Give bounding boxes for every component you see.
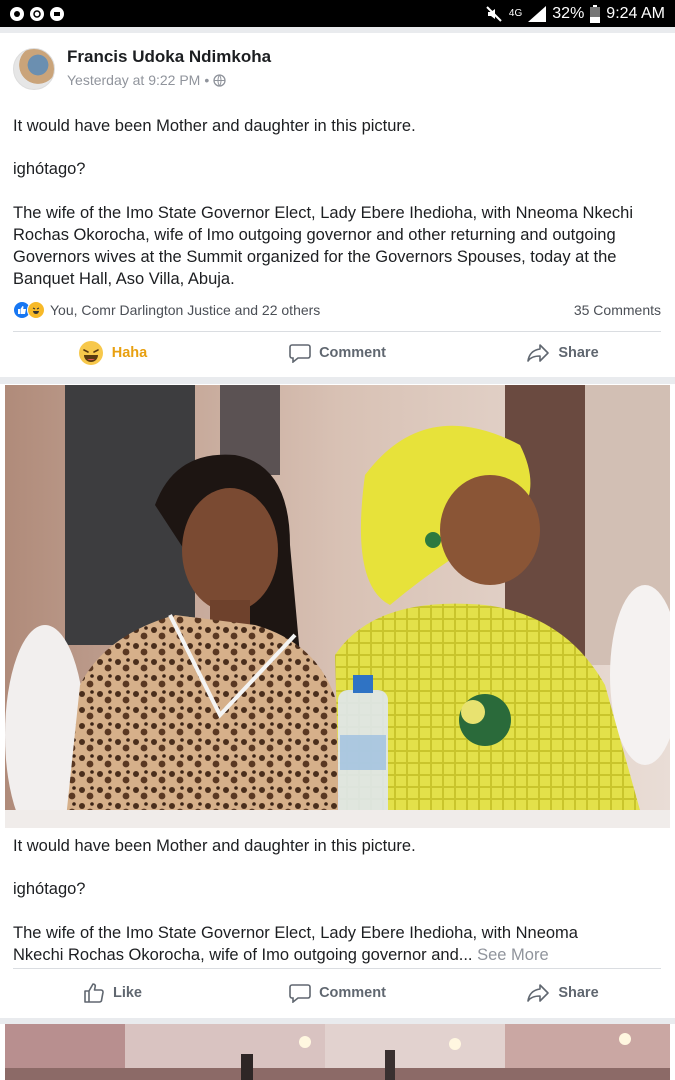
signal-icon — [528, 5, 547, 22]
post-card: Francis Udoka Ndimkoha Yesterday at 9:22… — [0, 33, 675, 377]
post-text-line: Banquet Hall, Aso Villa, Abuja. — [13, 270, 235, 288]
comment-button[interactable]: Comment — [225, 973, 450, 1013]
share-icon — [527, 984, 550, 1002]
next-post-photo[interactable] — [5, 1024, 670, 1080]
comment-icon — [289, 344, 311, 363]
photo-post-actions: Like Comment Share — [0, 973, 675, 1013]
globe-icon — [213, 73, 226, 87]
avatar[interactable] — [13, 48, 55, 90]
chat-icon — [50, 6, 64, 21]
post-meta: Yesterday at 9:22 PM • — [67, 72, 226, 88]
photo-caption-line: It would have been Mother and daughter i… — [13, 837, 416, 855]
photo-caption-line: ighótago? — [13, 880, 86, 898]
share-label: Share — [558, 985, 599, 1001]
mute-icon — [486, 5, 502, 22]
messenger-icon — [10, 6, 24, 21]
post-text-line: Governors wives at the Summit organized … — [13, 248, 617, 266]
status-bar: 4G 32% 9:24 AM — [0, 0, 675, 27]
caption-truncated-text: Nkechi Rochas Okorocha, wife of Imo outg… — [13, 946, 473, 964]
network-type: 4G — [508, 8, 523, 19]
reactions-text[interactable]: You, Comr Darlington Justice and 22 othe… — [50, 302, 320, 318]
divider — [13, 331, 661, 332]
battery-percent: 32% — [552, 4, 585, 22]
next-post-card — [0, 1024, 675, 1080]
post-author[interactable]: Francis Udoka Ndimkoha — [67, 47, 271, 67]
share-button[interactable]: Share — [450, 973, 675, 1013]
whatsapp-icon — [30, 6, 44, 21]
divider — [13, 968, 661, 969]
photo-post-card: It would have been Mother and daughter i… — [0, 384, 675, 1018]
thumbs-up-icon — [84, 983, 104, 1003]
share-label: Share — [558, 345, 599, 361]
haha-face-icon — [78, 341, 103, 365]
see-more-link[interactable]: See More — [477, 946, 549, 964]
post-text-line: ighótago? — [13, 160, 86, 178]
photo-caption-line: Nkechi Rochas Okorocha, wife of Imo outg… — [13, 944, 661, 966]
haha-reaction-icon — [27, 301, 45, 319]
post-text-line: It would have been Mother and daughter i… — [13, 117, 416, 135]
post-text-line: Rochas Okorocha, wife of Imo outgoing go… — [13, 226, 616, 244]
like-label: Like — [112, 985, 142, 1001]
post-text-line: The wife of the Imo State Governor Elect… — [13, 204, 633, 222]
share-icon — [527, 344, 550, 362]
post-time[interactable]: Yesterday at 9:22 PM — [67, 72, 200, 88]
post-actions: Haha Comment Share — [0, 333, 675, 373]
notification-icons — [10, 6, 64, 21]
comment-label: Comment — [319, 985, 386, 1001]
comment-button[interactable]: Comment — [225, 333, 450, 373]
comments-count[interactable]: 35 Comments — [574, 302, 661, 318]
share-button[interactable]: Share — [450, 333, 675, 373]
meta-separator: • — [204, 72, 210, 88]
comment-label: Comment — [319, 345, 386, 361]
battery-icon — [590, 4, 601, 23]
clock: 9:24 AM — [606, 4, 665, 22]
haha-button[interactable]: Haha — [0, 333, 225, 373]
photo-caption-line: The wife of the Imo State Governor Elect… — [13, 924, 578, 942]
reactions-summary[interactable]: You, Comr Darlington Justice and 22 othe… — [13, 299, 661, 321]
haha-label: Haha — [111, 345, 148, 361]
like-button[interactable]: Like — [0, 973, 225, 1013]
comment-icon — [289, 984, 311, 1003]
post-photo[interactable] — [5, 385, 670, 828]
